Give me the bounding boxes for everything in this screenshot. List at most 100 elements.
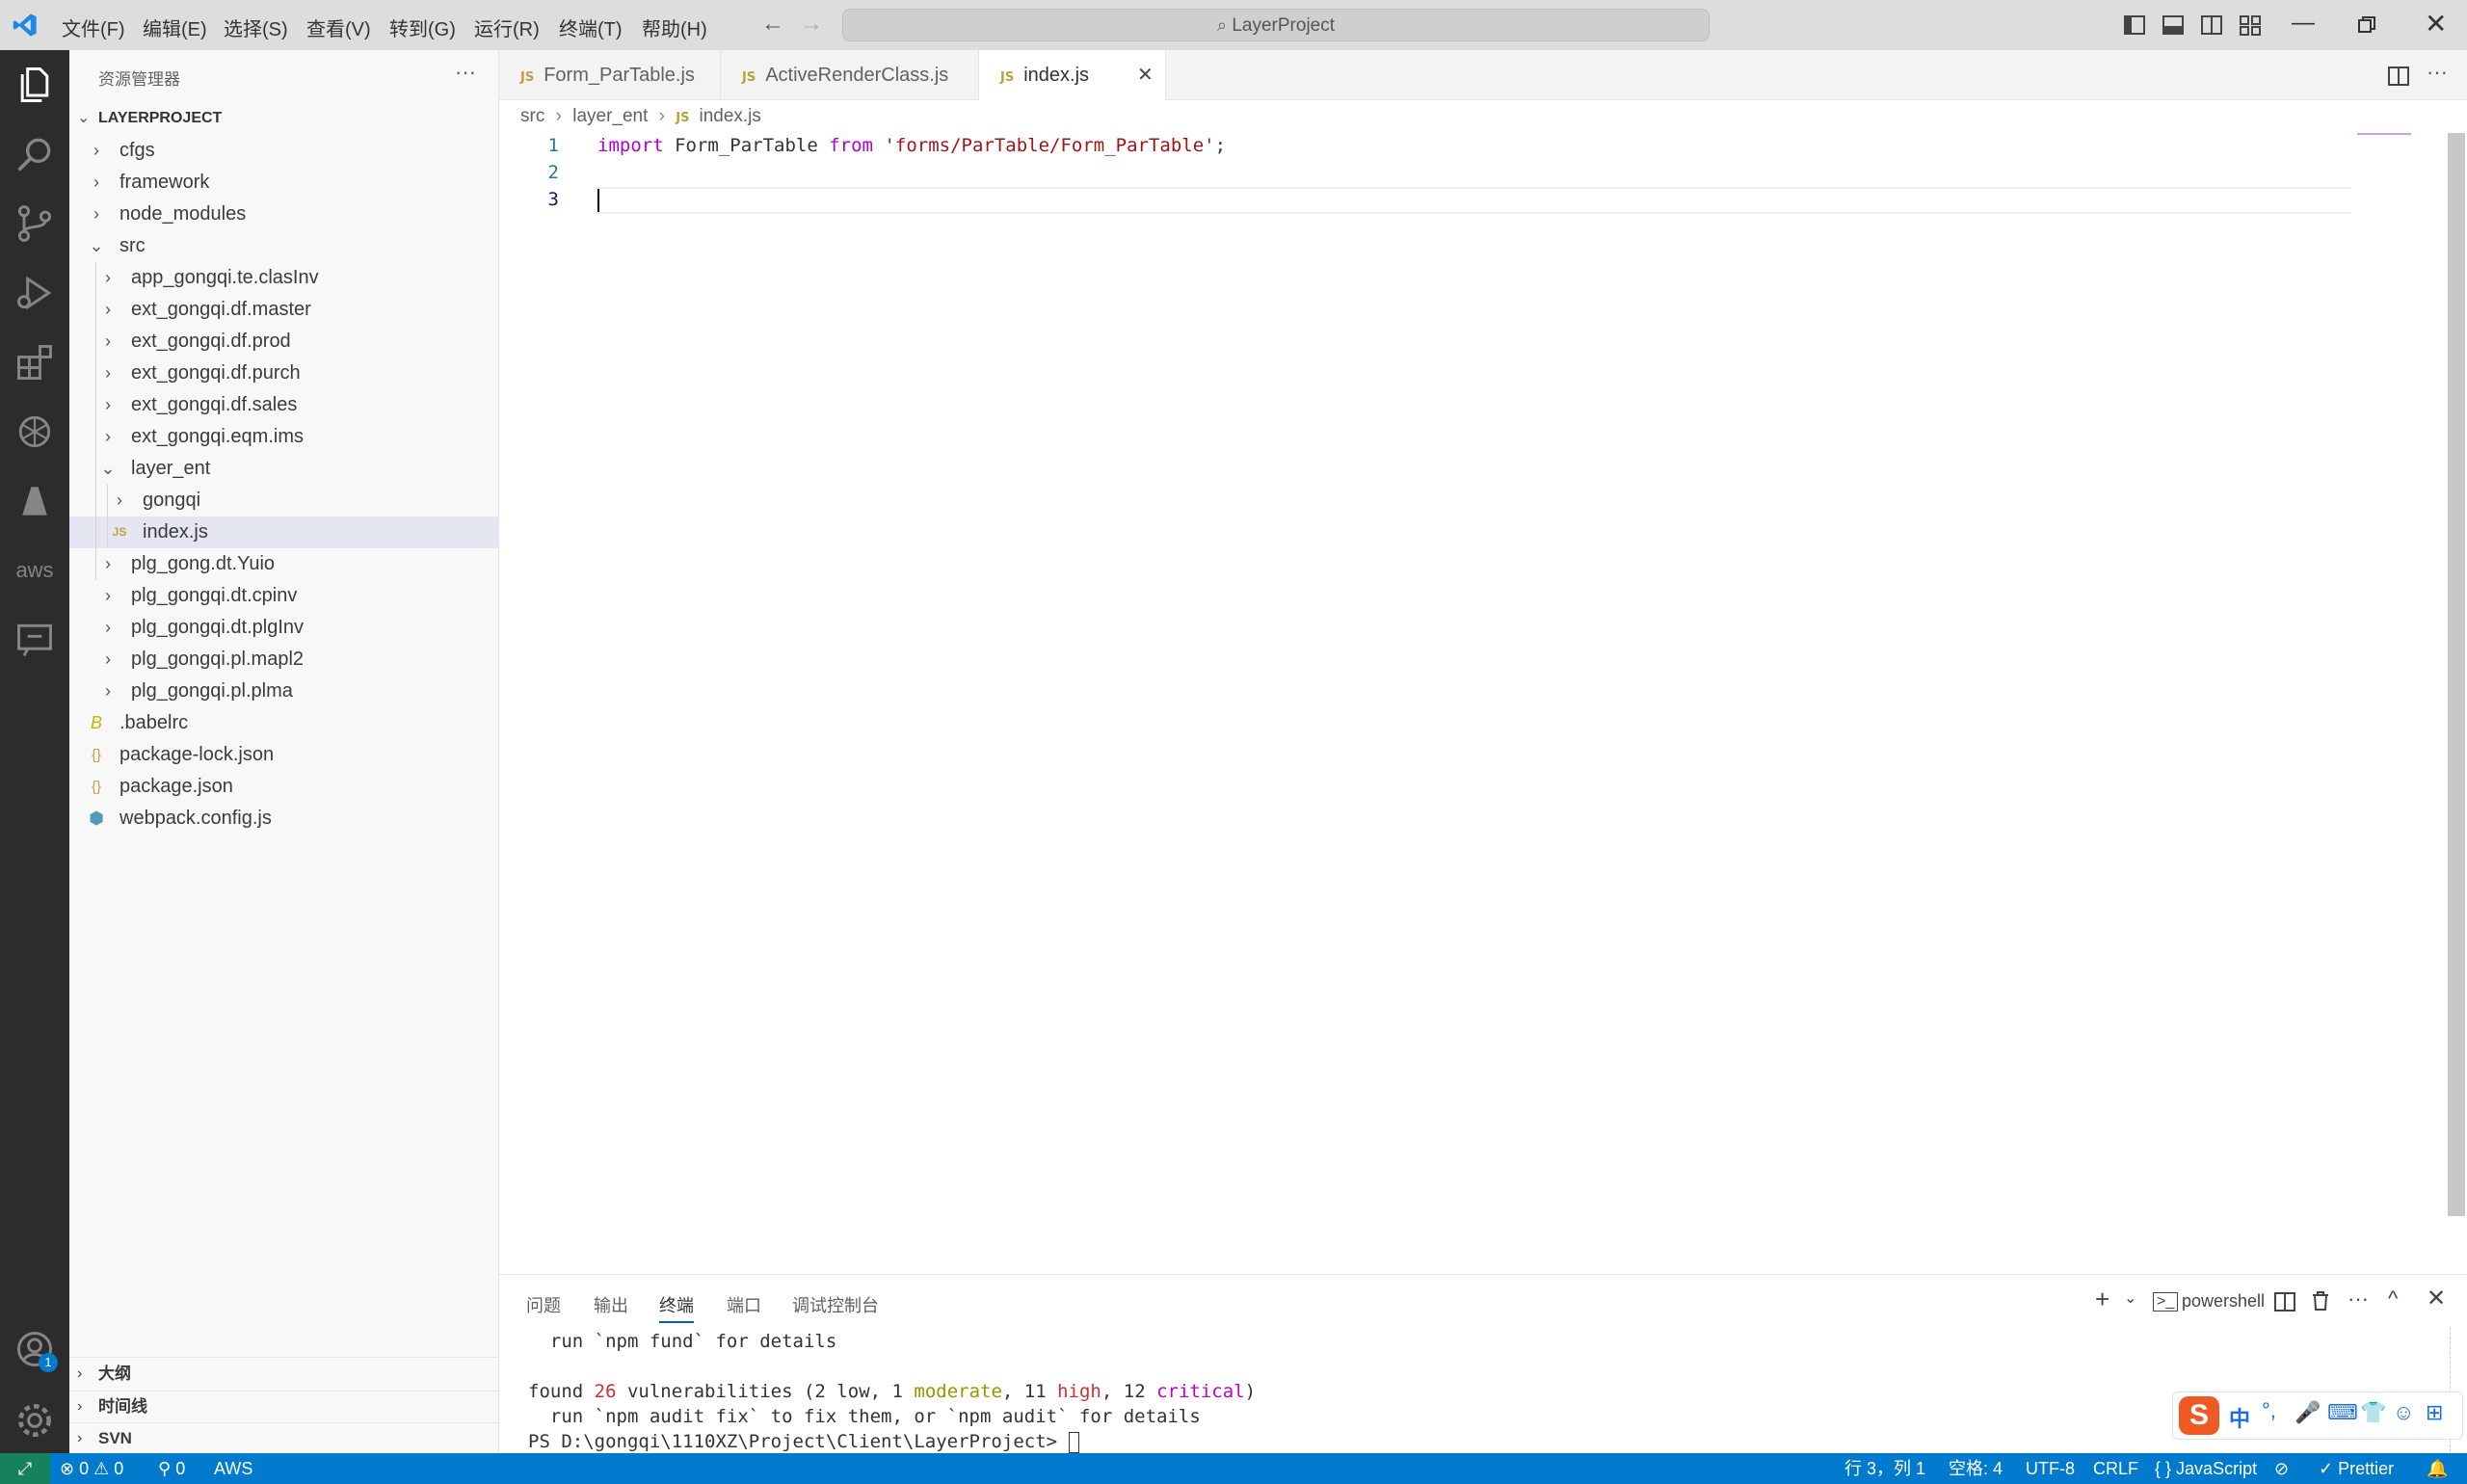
menu-goto[interactable]: 转到(G) <box>389 13 456 41</box>
toolbox-icon[interactable]: ⊞ <box>2426 1400 2443 1425</box>
back-arrow-icon[interactable]: ← <box>761 11 784 38</box>
tree-item[interactable]: › plg_gongqi.pl.plma <box>69 676 499 707</box>
timeline-section[interactable]: › 时间线 <box>69 1391 499 1421</box>
tree-item[interactable]: ⌄ src <box>69 230 499 262</box>
customize-layout-icon[interactable] <box>2240 14 2261 36</box>
tab-index-js[interactable]: JS index.js ✕ <box>979 50 1166 100</box>
tree-item[interactable]: ⌄ layer_ent <box>69 453 499 485</box>
new-terminal-icon[interactable]: + <box>2095 1285 2109 1314</box>
aws-icon[interactable]: aws <box>13 549 56 592</box>
tree-item[interactable]: ⬢ webpack.config.js <box>69 803 499 835</box>
encoding[interactable]: UTF-8 <box>2026 1453 2075 1484</box>
close-panel-icon[interactable]: ✕ <box>2427 1285 2446 1312</box>
tree-item[interactable]: › gongqi <box>69 485 499 517</box>
menu-view[interactable]: 查看(V) <box>306 13 371 41</box>
toggle-panel-icon[interactable] <box>2162 14 2184 36</box>
indentation[interactable]: 空格: 4 <box>1949 1453 2003 1484</box>
panel-tab-problems[interactable]: 问题 <box>526 1292 561 1317</box>
split-terminal-icon[interactable] <box>2274 1291 2295 1312</box>
split-editor-icon[interactable] <box>2388 66 2409 87</box>
panel-more-icon[interactable]: ··· <box>2348 1286 2369 1312</box>
menu-run[interactable]: 运行(R) <box>474 13 540 41</box>
tree-item[interactable]: › ext_gongqi.df.prod <box>69 326 499 358</box>
minimize-icon[interactable]: — <box>2292 10 2315 37</box>
explorer-icon[interactable] <box>13 64 56 106</box>
terminal-shell-name[interactable]: powershell <box>2182 1291 2265 1312</box>
tree-item[interactable]: › ext_gongqi.df.sales <box>69 389 499 421</box>
editor-scrollbar[interactable] <box>2448 133 2465 1216</box>
svn-section[interactable]: › SVN <box>69 1422 499 1453</box>
panel-tab-ports[interactable]: 端口 <box>727 1292 761 1317</box>
source-control-icon[interactable] <box>13 202 56 245</box>
terminal-prompt-line[interactable]: PS D:\gongqi\1110XZ\Project\Client\Layer… <box>528 1431 1079 1453</box>
forward-arrow-icon[interactable]: → <box>800 11 823 38</box>
copilot-icon[interactable]: ⊘ <box>2274 1453 2289 1484</box>
restore-icon[interactable] <box>2357 15 2376 35</box>
tree-item[interactable]: › plg_gongqi.dt.plgInv <box>69 612 499 644</box>
bell-tool-icon[interactable] <box>13 480 56 522</box>
skin-icon[interactable]: 👕 <box>2360 1400 2386 1425</box>
tree-item[interactable]: › ext_gongqi.eqm.ims <box>69 421 499 453</box>
trash-icon[interactable] <box>2311 1290 2330 1312</box>
tab-form-partable[interactable]: JS Form_ParTable.js <box>499 50 721 100</box>
cursor-position[interactable]: 行 3，列 1 <box>1844 1453 1925 1484</box>
tree-item[interactable]: › app_gongqi.te.clasInv <box>69 262 499 294</box>
code-editor[interactable]: 1 2 3 import Form_ParTable from 'forms/P… <box>499 133 2465 1270</box>
minimap[interactable] <box>2336 133 2436 139</box>
problems-indicator[interactable]: ⊗ 0 ⚠ 0 <box>60 1453 123 1484</box>
run-debug-icon[interactable] <box>13 272 56 314</box>
tree-item[interactable]: › plg_gong.dt.Yuio <box>69 548 499 580</box>
tree-item[interactable]: JS index.js <box>69 517 499 548</box>
microphone-icon[interactable]: 🎤 <box>2295 1400 2321 1425</box>
remote-explorer-icon[interactable] <box>13 619 56 661</box>
tree-item[interactable]: › ext_gongqi.df.master <box>69 294 499 326</box>
project-header[interactable]: ⌄ LAYERPROJECT <box>69 104 499 133</box>
gear-icon[interactable] <box>13 1399 56 1442</box>
tree-item[interactable]: › node_modules <box>69 199 499 230</box>
breadcrumb-layer-ent[interactable]: layer_ent <box>572 106 648 126</box>
extensions-icon[interactable] <box>13 341 56 384</box>
punctuation-icon[interactable]: °, <box>2262 1398 2276 1423</box>
panel-tab-debug-console[interactable]: 调试控制台 <box>792 1292 879 1317</box>
tab-activerenderclass[interactable]: JS ActiveRenderClass.js <box>721 50 979 100</box>
editor-more-icon[interactable]: ··· <box>2427 60 2448 85</box>
tree-item[interactable]: › framework <box>69 167 499 199</box>
prettier-indicator[interactable]: ✓ Prettier <box>2319 1453 2394 1484</box>
ports-indicator[interactable]: ⚲ 0 <box>158 1453 185 1484</box>
tree-item[interactable]: {} package.json <box>69 771 499 803</box>
menu-help[interactable]: 帮助(H) <box>642 13 707 41</box>
toggle-primary-sidebar-icon[interactable] <box>2124 14 2145 36</box>
tree-item[interactable]: › ext_gongqi.df.purch <box>69 358 499 389</box>
breadcrumb-file[interactable]: index.js <box>699 106 760 126</box>
command-center-search[interactable]: ⌕ LayerProject <box>842 9 1710 41</box>
menu-edit[interactable]: 编辑(E) <box>143 13 207 41</box>
close-tab-icon[interactable]: ✕ <box>1137 50 1154 100</box>
tree-item[interactable]: B .babelrc <box>69 707 499 739</box>
end-of-line[interactable]: CRLF <box>2093 1453 2138 1484</box>
tree-item[interactable]: {} package-lock.json <box>69 739 499 771</box>
notifications-bell-icon[interactable]: 🔔 <box>2427 1453 2448 1484</box>
menu-file[interactable]: 文件(F) <box>62 13 125 41</box>
panel-tab-terminal[interactable]: 终端 <box>659 1292 694 1323</box>
menu-terminal[interactable]: 终端(T) <box>559 13 623 41</box>
toggle-secondary-sidebar-icon[interactable] <box>2201 14 2222 36</box>
sogou-logo-icon[interactable]: S <box>2179 1396 2219 1435</box>
keyboard-icon[interactable]: ⌨ <box>2327 1400 2358 1425</box>
menu-selection[interactable]: 选择(S) <box>224 13 288 41</box>
remote-indicator[interactable]: ⤢ <box>0 1453 50 1484</box>
ime-language[interactable]: 中 <box>2229 1402 2250 1433</box>
outline-section[interactable]: › 大纲 <box>69 1359 499 1390</box>
tree-item[interactable]: › plg_gongqi.pl.mapl2 <box>69 644 499 676</box>
search-view-icon[interactable] <box>13 133 56 175</box>
breadcrumb-src[interactable]: src <box>520 106 544 126</box>
close-window-icon[interactable]: ✕ <box>2425 8 2447 40</box>
tree-item[interactable]: › cfgs <box>69 135 499 167</box>
chevron-down-icon[interactable]: ⌄ <box>2124 1288 2136 1308</box>
aws-indicator[interactable]: AWS <box>214 1453 252 1484</box>
panel-tab-output[interactable]: 输出 <box>594 1292 628 1317</box>
language-mode[interactable]: { } JavaScript <box>2155 1453 2257 1484</box>
maximize-panel-icon[interactable]: ^ <box>2388 1286 2398 1312</box>
more-actions-icon[interactable]: ··· <box>455 60 476 85</box>
emoji-icon[interactable]: ☺ <box>2393 1400 2414 1425</box>
chatgpt-icon[interactable] <box>13 411 56 453</box>
